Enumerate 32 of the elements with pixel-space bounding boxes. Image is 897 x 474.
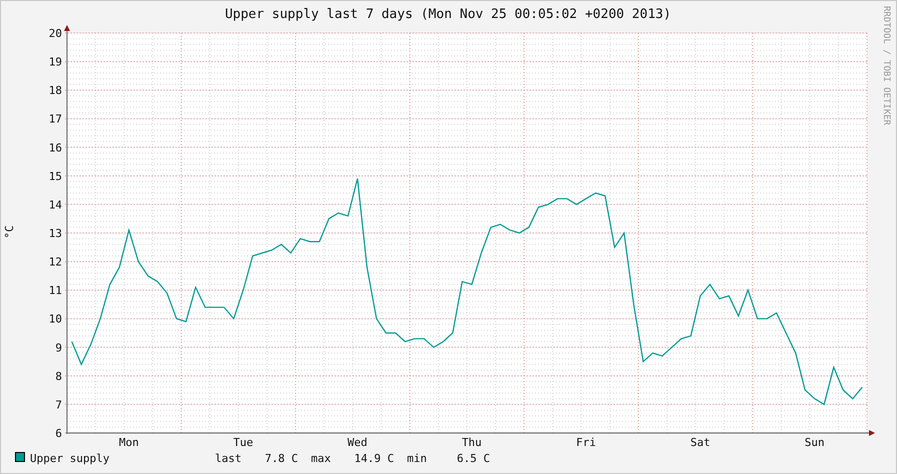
- y-tick-label: 19: [48, 56, 62, 69]
- y-tick-label: 6: [55, 427, 62, 440]
- y-tick-label: 11: [48, 284, 62, 298]
- x-tick-label: Thu: [462, 436, 482, 449]
- legend-label: Upper supply: [30, 452, 110, 465]
- x-tick-label: Sun: [804, 436, 825, 449]
- y-tick-label: 20: [48, 27, 62, 40]
- x-tick-label: Tue: [233, 436, 254, 449]
- y-tick-label: 16: [48, 141, 62, 154]
- chart-title: Upper supply last 7 days (Mon Nov 25 00:05:02 +0200 2013): [224, 7, 672, 22]
- y-tick-label: 10: [48, 312, 62, 326]
- credit-text: RRDTOOL / TOBI OETIKER: [881, 6, 891, 126]
- y-axis-label: °C: [3, 225, 16, 239]
- x-tick-label: Mon: [118, 436, 139, 449]
- legend-stat-label: min: [407, 452, 427, 465]
- y-tick-label: 8: [55, 370, 62, 383]
- y-tick-label: 9: [55, 341, 62, 354]
- legend-stat-value: 6.5 C: [456, 452, 490, 465]
- x-tick-label: Fri: [576, 436, 596, 449]
- legend-stat-label: last: [215, 452, 242, 465]
- y-tick-label: 15: [48, 170, 62, 183]
- y-tick-label: 12: [48, 256, 62, 269]
- x-tick-label: Wed: [348, 436, 368, 449]
- legend-stat-value: 7.8 C: [264, 452, 298, 465]
- y-tick-label: 14: [48, 198, 62, 212]
- y-tick-label: 17: [48, 112, 62, 126]
- y-tick-label: 18: [48, 84, 62, 98]
- y-tick-label: 13: [48, 227, 62, 240]
- y-tick-label: 7: [55, 398, 62, 412]
- legend-stat-value: 14.9 C: [354, 452, 394, 465]
- legend-stat-label: max: [311, 452, 331, 465]
- x-tick-label: Sat: [690, 436, 710, 449]
